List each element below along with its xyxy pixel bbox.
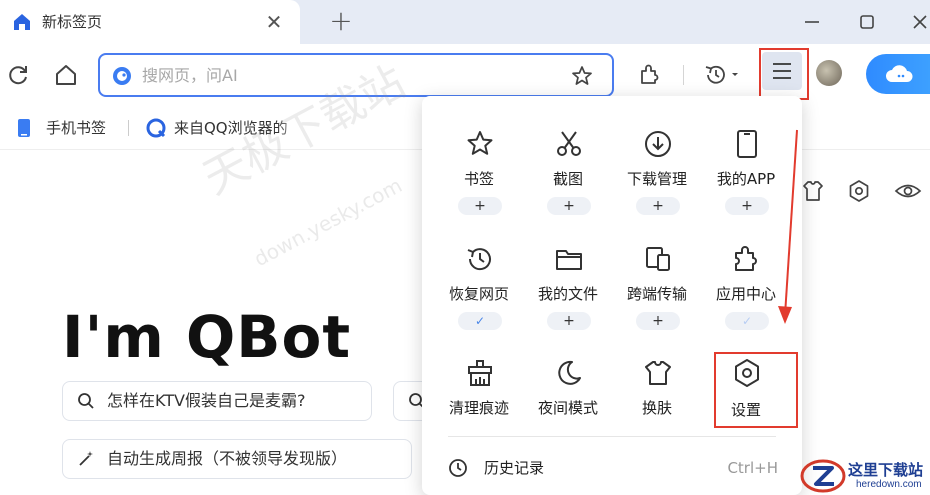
suggestion-weekly-report[interactable]: 自动生成周报（不被领导发现版）	[62, 439, 412, 479]
menu-divider	[448, 436, 776, 437]
added-shortcut-pill[interactable]: ✓	[725, 312, 769, 330]
user-avatar[interactable]	[816, 60, 842, 86]
menu-item-skin[interactable]: 换肤	[612, 358, 702, 448]
watermark-url: down.yesky.com	[250, 173, 406, 272]
menu-item-label: 应用中心	[715, 285, 776, 303]
minimize-icon[interactable]	[798, 8, 826, 36]
cloud-icon	[886, 65, 913, 82]
folder-icon	[556, 250, 582, 270]
shirt-shortcut-icon[interactable]	[800, 178, 826, 204]
phone-bookmark-icon	[18, 119, 30, 137]
bookmark-mobile[interactable]: 手机书签	[46, 118, 106, 138]
bookmark-separator	[128, 120, 129, 136]
window-close-icon[interactable]	[906, 8, 930, 36]
refresh-icon[interactable]	[4, 61, 32, 89]
qbot-logo-icon	[113, 67, 131, 85]
new-tab-plus-icon[interactable]: +	[326, 6, 356, 36]
maximize-icon[interactable]	[853, 8, 881, 36]
puzzle-icon	[735, 246, 757, 271]
menu-item-label: 书签	[463, 170, 494, 188]
phone-icon	[737, 130, 757, 158]
cloud-sync-button[interactable]	[866, 54, 930, 94]
qq-browser-bookmark-icon	[146, 118, 166, 138]
add-shortcut-pill[interactable]: +	[547, 312, 591, 330]
tab-new-tab[interactable]: 新标签页 ✕	[0, 0, 300, 44]
menu-item-label: 我的文件	[537, 285, 598, 303]
heredown-z-logo-icon	[800, 459, 846, 493]
shirt-icon	[645, 361, 671, 385]
heredown-cn: 这里下载站	[848, 461, 924, 479]
add-shortcut-pill[interactable]: +	[458, 197, 502, 215]
history-dropdown-icon[interactable]	[702, 61, 742, 89]
menu-item-bookmarks[interactable]: 书签 +	[434, 129, 524, 219]
bookmark-star-icon[interactable]	[570, 64, 594, 88]
settings-shortcut-icon[interactable]	[846, 178, 872, 204]
menu-item-label: 我的APP	[716, 170, 776, 188]
menu-item-cross-device[interactable]: 跨端传输 +	[612, 244, 702, 334]
history-icon	[449, 459, 467, 477]
menu-item-app-center[interactable]: 应用中心 ✓	[701, 244, 791, 334]
suggestion-label: 自动生成周报（不被领导发现版）	[107, 449, 348, 468]
add-shortcut-pill[interactable]: +	[547, 197, 591, 215]
menu-item-clear-traces[interactable]: 清理痕迹	[434, 358, 524, 448]
annotation-box-menu	[759, 48, 809, 100]
download-icon	[645, 131, 671, 157]
scissors-icon	[557, 131, 581, 156]
menu-item-night-mode[interactable]: 夜间模式	[523, 358, 613, 448]
menu-item-label: 下载管理	[626, 170, 687, 188]
add-shortcut-pill[interactable]: +	[725, 197, 769, 215]
toolbar-divider	[683, 65, 684, 85]
history-shortcut: Ctrl+H	[727, 459, 778, 477]
qq-browser-favicon-icon	[14, 14, 30, 30]
moon-icon	[558, 360, 581, 385]
main-menu-dropdown: 书签 + 截图 + 下载管理 + 我的APP + 恢复网页 ✓ 我的文件 + 跨…	[422, 96, 802, 495]
search-icon	[78, 393, 94, 409]
menu-item-restore-page[interactable]: 恢复网页 ✓	[434, 244, 524, 334]
star-icon	[467, 131, 493, 155]
tab-title: 新标签页	[42, 13, 103, 31]
add-shortcut-pill[interactable]: +	[636, 312, 680, 330]
eye-shortcut-icon[interactable]	[894, 178, 922, 204]
tab-close-icon[interactable]: ✕	[262, 10, 286, 34]
menu-item-my-files[interactable]: 我的文件 +	[523, 244, 613, 334]
menu-item-history[interactable]: 历史记录	[484, 457, 544, 479]
tab-strip: 新标签页 ✕ +	[0, 0, 930, 44]
broom-icon	[468, 360, 492, 386]
extensions-puzzle-icon[interactable]	[636, 61, 664, 89]
menu-item-label: 夜间模式	[537, 399, 598, 417]
menu-item-my-app[interactable]: 我的APP +	[701, 129, 791, 219]
add-shortcut-pill[interactable]: +	[636, 197, 680, 215]
home-icon[interactable]	[52, 61, 80, 89]
restore-icon	[467, 248, 491, 271]
magic-wand-icon	[79, 451, 93, 466]
added-shortcut-pill[interactable]: ✓	[458, 312, 502, 330]
suggestion-label: 怎样在KTV假装自己是麦霸?	[107, 391, 306, 410]
menu-item-label: 换肤	[641, 399, 672, 417]
menu-item-screenshot[interactable]: 截图 +	[523, 129, 613, 219]
menu-item-label: 截图	[552, 170, 583, 188]
address-placeholder: 搜网页，问AI	[142, 66, 238, 85]
annotation-box-settings	[714, 352, 798, 428]
suggestion-ktv[interactable]: 怎样在KTV假装自己是麦霸?	[62, 381, 372, 421]
menu-item-label: 跨端传输	[626, 285, 687, 303]
menu-item-label: 清理痕迹	[448, 399, 509, 417]
qbot-title: I'm QBot	[62, 303, 352, 371]
menu-item-downloads[interactable]: 下载管理 +	[612, 129, 702, 219]
menu-item-label: 恢复网页	[448, 285, 509, 303]
heredown-en: heredown.com	[856, 479, 922, 490]
heredown-logo: 这里下载站 heredown.com	[800, 456, 930, 495]
transfer-icon	[646, 247, 670, 271]
